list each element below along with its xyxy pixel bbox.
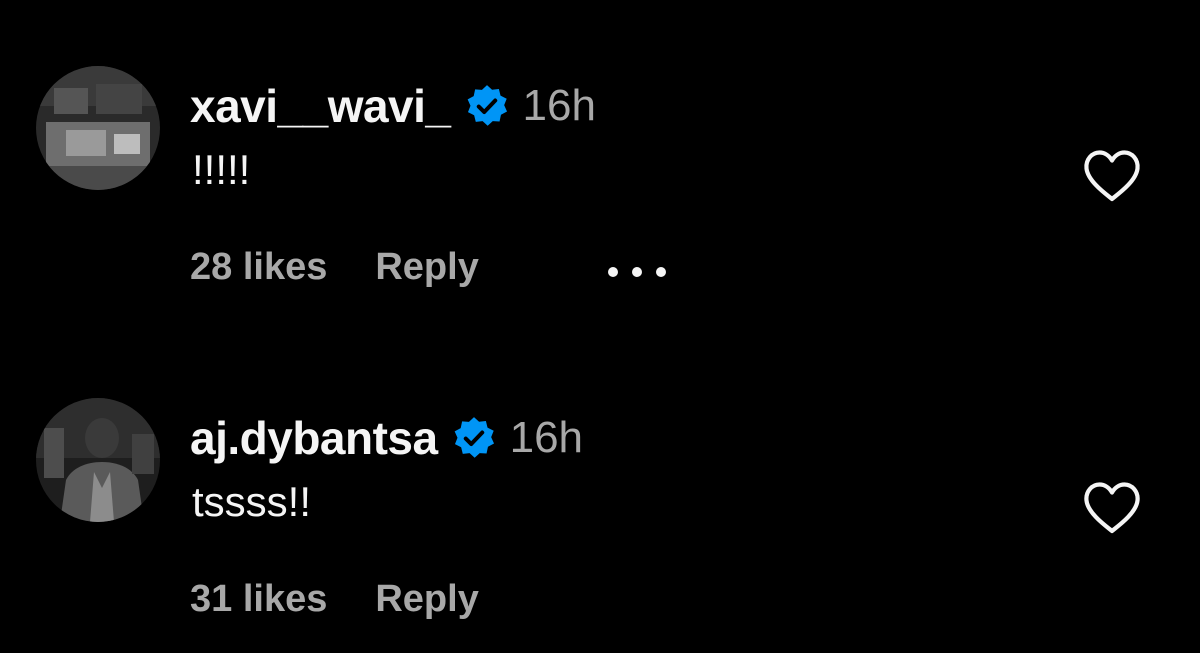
verified-badge-icon bbox=[454, 417, 494, 458]
reply-button[interactable]: Reply bbox=[375, 578, 478, 621]
avatar[interactable] bbox=[36, 66, 160, 190]
reply-button[interactable]: Reply bbox=[375, 246, 478, 289]
comment-text: tssss!! bbox=[192, 478, 312, 525]
comment-header: xavi__wavi_ 16h bbox=[190, 76, 596, 136]
username[interactable]: xavi__wavi_ bbox=[190, 79, 451, 133]
likes-count[interactable]: 28 likes bbox=[190, 246, 327, 289]
avatar-image bbox=[36, 398, 160, 522]
comment-actions: 31 likes Reply bbox=[190, 578, 479, 621]
likes-count[interactable]: 31 likes bbox=[190, 578, 327, 621]
comment-header: aj.dybantsa 16h bbox=[190, 408, 583, 468]
comment-actions: 28 likes Reply bbox=[190, 246, 479, 289]
comment-text: !!!!! bbox=[192, 146, 251, 193]
heart-outline-icon[interactable] bbox=[1082, 480, 1142, 536]
username[interactable]: aj.dybantsa bbox=[190, 411, 438, 465]
verified-badge-icon bbox=[467, 85, 507, 126]
avatar[interactable] bbox=[36, 398, 160, 522]
timestamp: 16h bbox=[522, 81, 596, 130]
avatar-image bbox=[36, 66, 160, 190]
timestamp: 16h bbox=[509, 413, 584, 462]
heart-outline-icon[interactable] bbox=[1082, 148, 1142, 204]
more-options-icon[interactable] bbox=[606, 265, 668, 279]
